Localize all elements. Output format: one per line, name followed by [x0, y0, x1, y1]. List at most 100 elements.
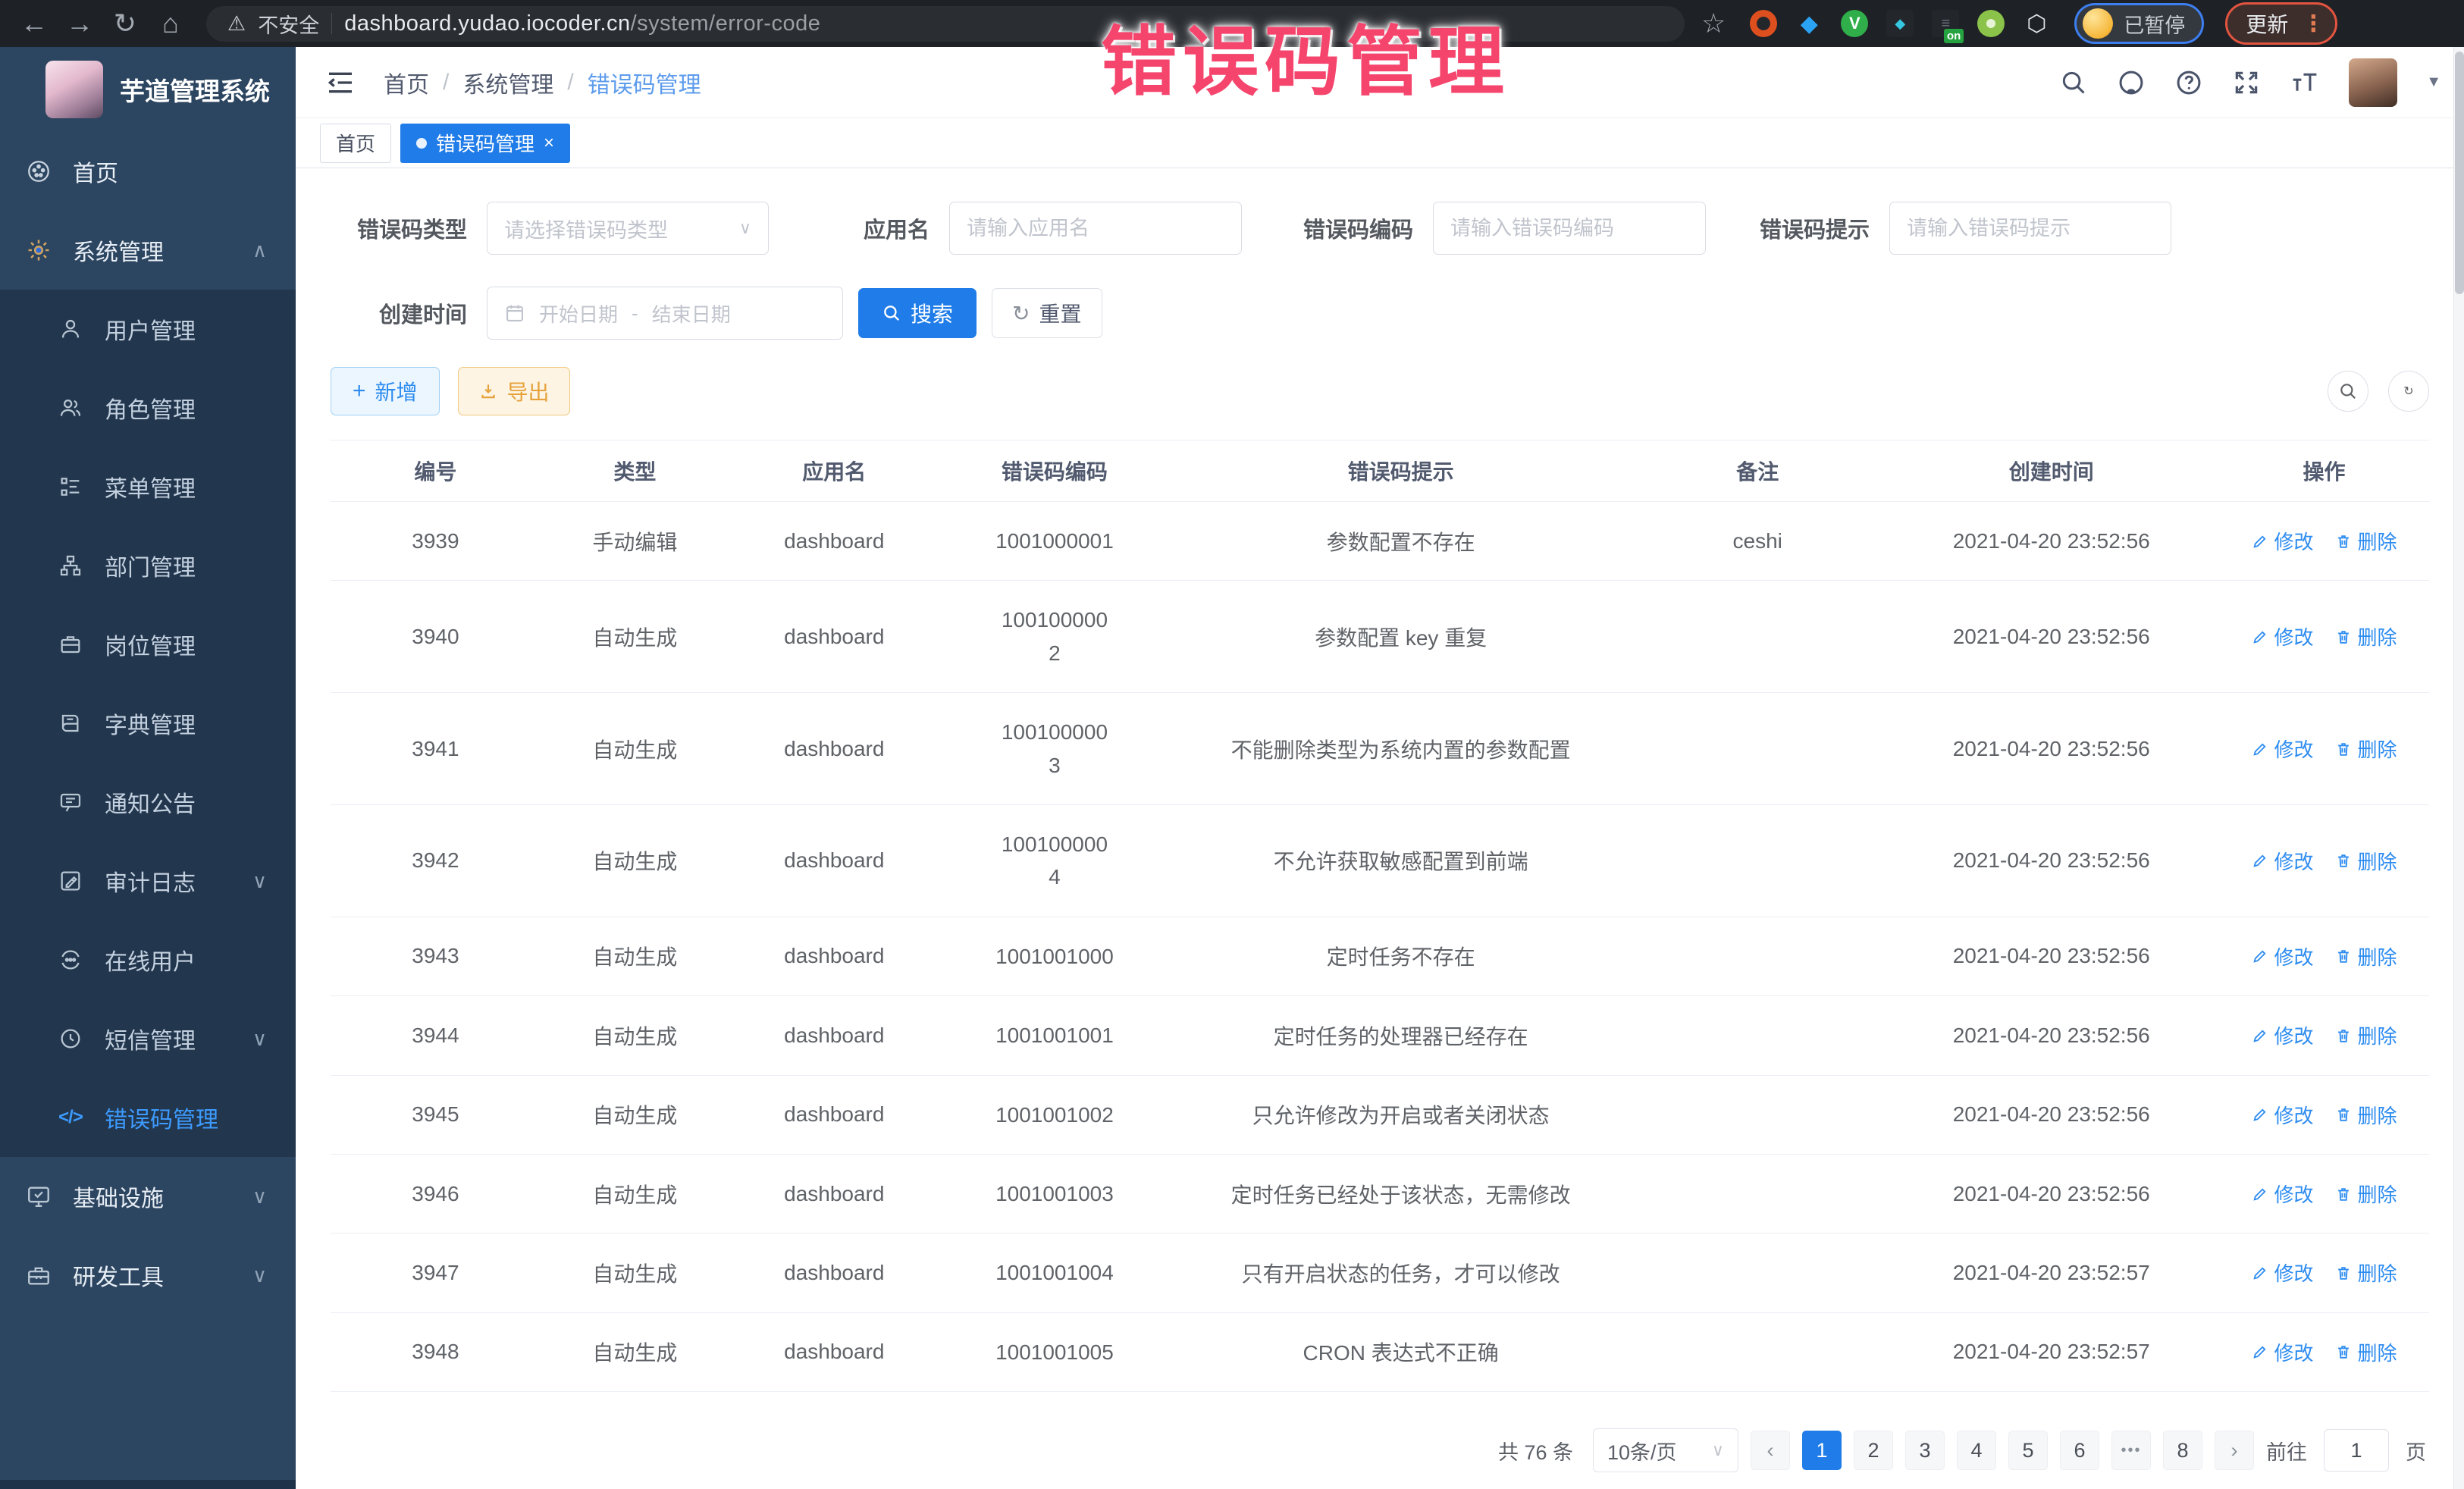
- sidebar-item-menus[interactable]: 菜单管理: [0, 447, 296, 526]
- edit-label: 修改: [2274, 1180, 2314, 1208]
- avatar-caret-icon[interactable]: ▼: [2426, 74, 2441, 91]
- tab-home[interactable]: 首页: [320, 124, 391, 163]
- bookmark-star-icon[interactable]: ☆: [1701, 8, 1726, 39]
- scrollbar-thumb[interactable]: [2455, 52, 2464, 294]
- edit-link[interactable]: 修改: [2252, 1180, 2314, 1208]
- add-button[interactable]: + 新增: [331, 367, 440, 415]
- fullscreen-icon[interactable]: [2232, 68, 2261, 97]
- extension-on-icon[interactable]: ≡on: [1932, 10, 1959, 37]
- download-icon: [478, 381, 498, 401]
- sidebar-item-users[interactable]: 用户管理: [0, 290, 296, 368]
- page-button-5[interactable]: 5: [2008, 1431, 2048, 1470]
- delete-link[interactable]: 删除: [2335, 527, 2397, 555]
- browser-menu-kebab-icon[interactable]: ⋮: [2302, 11, 2324, 37]
- extensions-puzzle-icon[interactable]: ⬡: [2023, 10, 2050, 37]
- page-button-1[interactable]: 1: [1802, 1431, 1842, 1470]
- prev-page-button[interactable]: ‹: [1751, 1431, 1790, 1470]
- sidebar-item-roles[interactable]: 角色管理: [0, 368, 296, 447]
- edit-link[interactable]: 修改: [2252, 527, 2314, 555]
- browser-forward-button[interactable]: →: [59, 3, 100, 44]
- show-search-button[interactable]: [2328, 371, 2368, 412]
- next-page-button[interactable]: ›: [2215, 1431, 2254, 1470]
- delete-link[interactable]: 删除: [2335, 1101, 2397, 1129]
- delete-link[interactable]: 删除: [2335, 1180, 2397, 1208]
- error-msg-input[interactable]: [1889, 202, 2171, 255]
- sidebar-item-dictionary[interactable]: 字典管理: [0, 684, 296, 763]
- delete-link[interactable]: 删除: [2335, 1021, 2397, 1049]
- page-scrollbar[interactable]: [2453, 47, 2464, 1489]
- sidebar-item-infrastructure[interactable]: 基础设施 ∨: [0, 1157, 296, 1236]
- sidebar-item-departments[interactable]: 部门管理: [0, 526, 296, 605]
- page-button-2[interactable]: 2: [1854, 1431, 1893, 1470]
- date-range-picker[interactable]: 开始日期 - 结束日期: [487, 287, 843, 340]
- edit-link[interactable]: 修改: [2252, 735, 2314, 763]
- extension-grid-icon[interactable]: ◆: [1886, 10, 1914, 37]
- search-button[interactable]: 搜索: [858, 288, 977, 338]
- export-button[interactable]: 导出: [458, 367, 570, 415]
- sidebar-item-system[interactable]: 系统管理 ∧: [0, 211, 296, 290]
- collapse-sidebar-icon[interactable]: [323, 65, 358, 100]
- sidebar-item-label: 通知公告: [105, 785, 196, 819]
- browser-profile-button[interactable]: 已暂停: [2074, 3, 2204, 44]
- edit-link[interactable]: 修改: [2252, 847, 2314, 875]
- cell-remark: [1632, 1250, 1883, 1296]
- page-size-select[interactable]: 10条/页 ∨: [1593, 1428, 1738, 1472]
- edit-link[interactable]: 修改: [2252, 1021, 2314, 1049]
- error-code-input[interactable]: [1433, 202, 1706, 255]
- edit-label: 修改: [2274, 735, 2314, 763]
- browser-back-button[interactable]: ←: [14, 3, 55, 44]
- sidebar-item-error-code[interactable]: </> 错误码管理: [0, 1078, 296, 1157]
- edit-link[interactable]: 修改: [2252, 1101, 2314, 1129]
- delete-label: 删除: [2358, 1021, 2397, 1049]
- font-size-icon[interactable]: [2290, 68, 2320, 97]
- sidebar-item-devtools[interactable]: 研发工具 ∨: [0, 1236, 296, 1315]
- cell-code: 1001001001: [939, 996, 1170, 1074]
- page-button-3[interactable]: 3: [1905, 1431, 1945, 1470]
- edit-link[interactable]: 修改: [2252, 942, 2314, 970]
- delete-link[interactable]: 删除: [2335, 1338, 2397, 1366]
- sidebar-item-online-users[interactable]: 在线用户: [0, 920, 296, 999]
- sidebar-item-home[interactable]: 首页: [0, 132, 296, 211]
- search-icon[interactable]: [2059, 68, 2088, 97]
- more-pages-button[interactable]: •••: [2111, 1431, 2151, 1470]
- cell-app: dashboard: [729, 826, 939, 895]
- reset-button[interactable]: ↻ 重置: [992, 288, 1102, 338]
- delete-link[interactable]: 删除: [2335, 735, 2397, 763]
- breadcrumb-home[interactable]: 首页: [384, 66, 429, 99]
- browser-reload-button[interactable]: ↻: [105, 3, 146, 44]
- sidebar-item-audit-log[interactable]: 审计日志 ∨: [0, 842, 296, 920]
- app-name-input[interactable]: [949, 202, 1242, 255]
- dashboard-icon: [24, 158, 53, 184]
- page-button-8[interactable]: 8: [2163, 1431, 2202, 1470]
- goto-page-input[interactable]: [2324, 1429, 2389, 1472]
- cell-remark: [1632, 614, 1883, 660]
- sidebar-item-sms[interactable]: 短信管理 ∨: [0, 999, 296, 1078]
- sidebar-logo[interactable]: 芋道管理系统: [0, 47, 296, 132]
- edit-link[interactable]: 修改: [2252, 1259, 2314, 1287]
- delete-link[interactable]: 删除: [2335, 942, 2397, 970]
- sidebar-item-posts[interactable]: 岗位管理: [0, 605, 296, 684]
- github-icon[interactable]: [2117, 68, 2146, 97]
- edit-link[interactable]: 修改: [2252, 622, 2314, 650]
- page-button-6[interactable]: 6: [2060, 1431, 2099, 1470]
- breadcrumb-system[interactable]: 系统管理: [462, 66, 553, 99]
- help-icon[interactable]: [2174, 68, 2203, 97]
- tab-error-code[interactable]: 错误码管理 ×: [400, 124, 570, 163]
- browser-update-button[interactable]: 更新 ⋮: [2225, 2, 2337, 45]
- cell-app: dashboard: [729, 714, 939, 784]
- delete-link[interactable]: 删除: [2335, 847, 2397, 875]
- extension-gem-icon[interactable]: ◆: [1795, 10, 1823, 37]
- user-avatar[interactable]: [2349, 58, 2397, 107]
- refresh-table-button[interactable]: ↻: [2388, 371, 2429, 412]
- delete-link[interactable]: 删除: [2335, 1259, 2397, 1287]
- browser-home-button[interactable]: ⌂: [150, 3, 191, 44]
- sidebar-item-notices[interactable]: 通知公告: [0, 763, 296, 842]
- extension-ubuntu-icon[interactable]: [1750, 10, 1777, 37]
- page-button-4[interactable]: 4: [1957, 1431, 1996, 1470]
- extension-v-icon[interactable]: V: [1841, 10, 1868, 37]
- delete-link[interactable]: 删除: [2335, 622, 2397, 650]
- error-type-select[interactable]: 请选择错误码类型 ∨: [487, 202, 769, 255]
- close-tab-icon[interactable]: ×: [544, 134, 554, 152]
- extension-key-icon[interactable]: [1977, 10, 2005, 37]
- edit-link[interactable]: 修改: [2252, 1338, 2314, 1366]
